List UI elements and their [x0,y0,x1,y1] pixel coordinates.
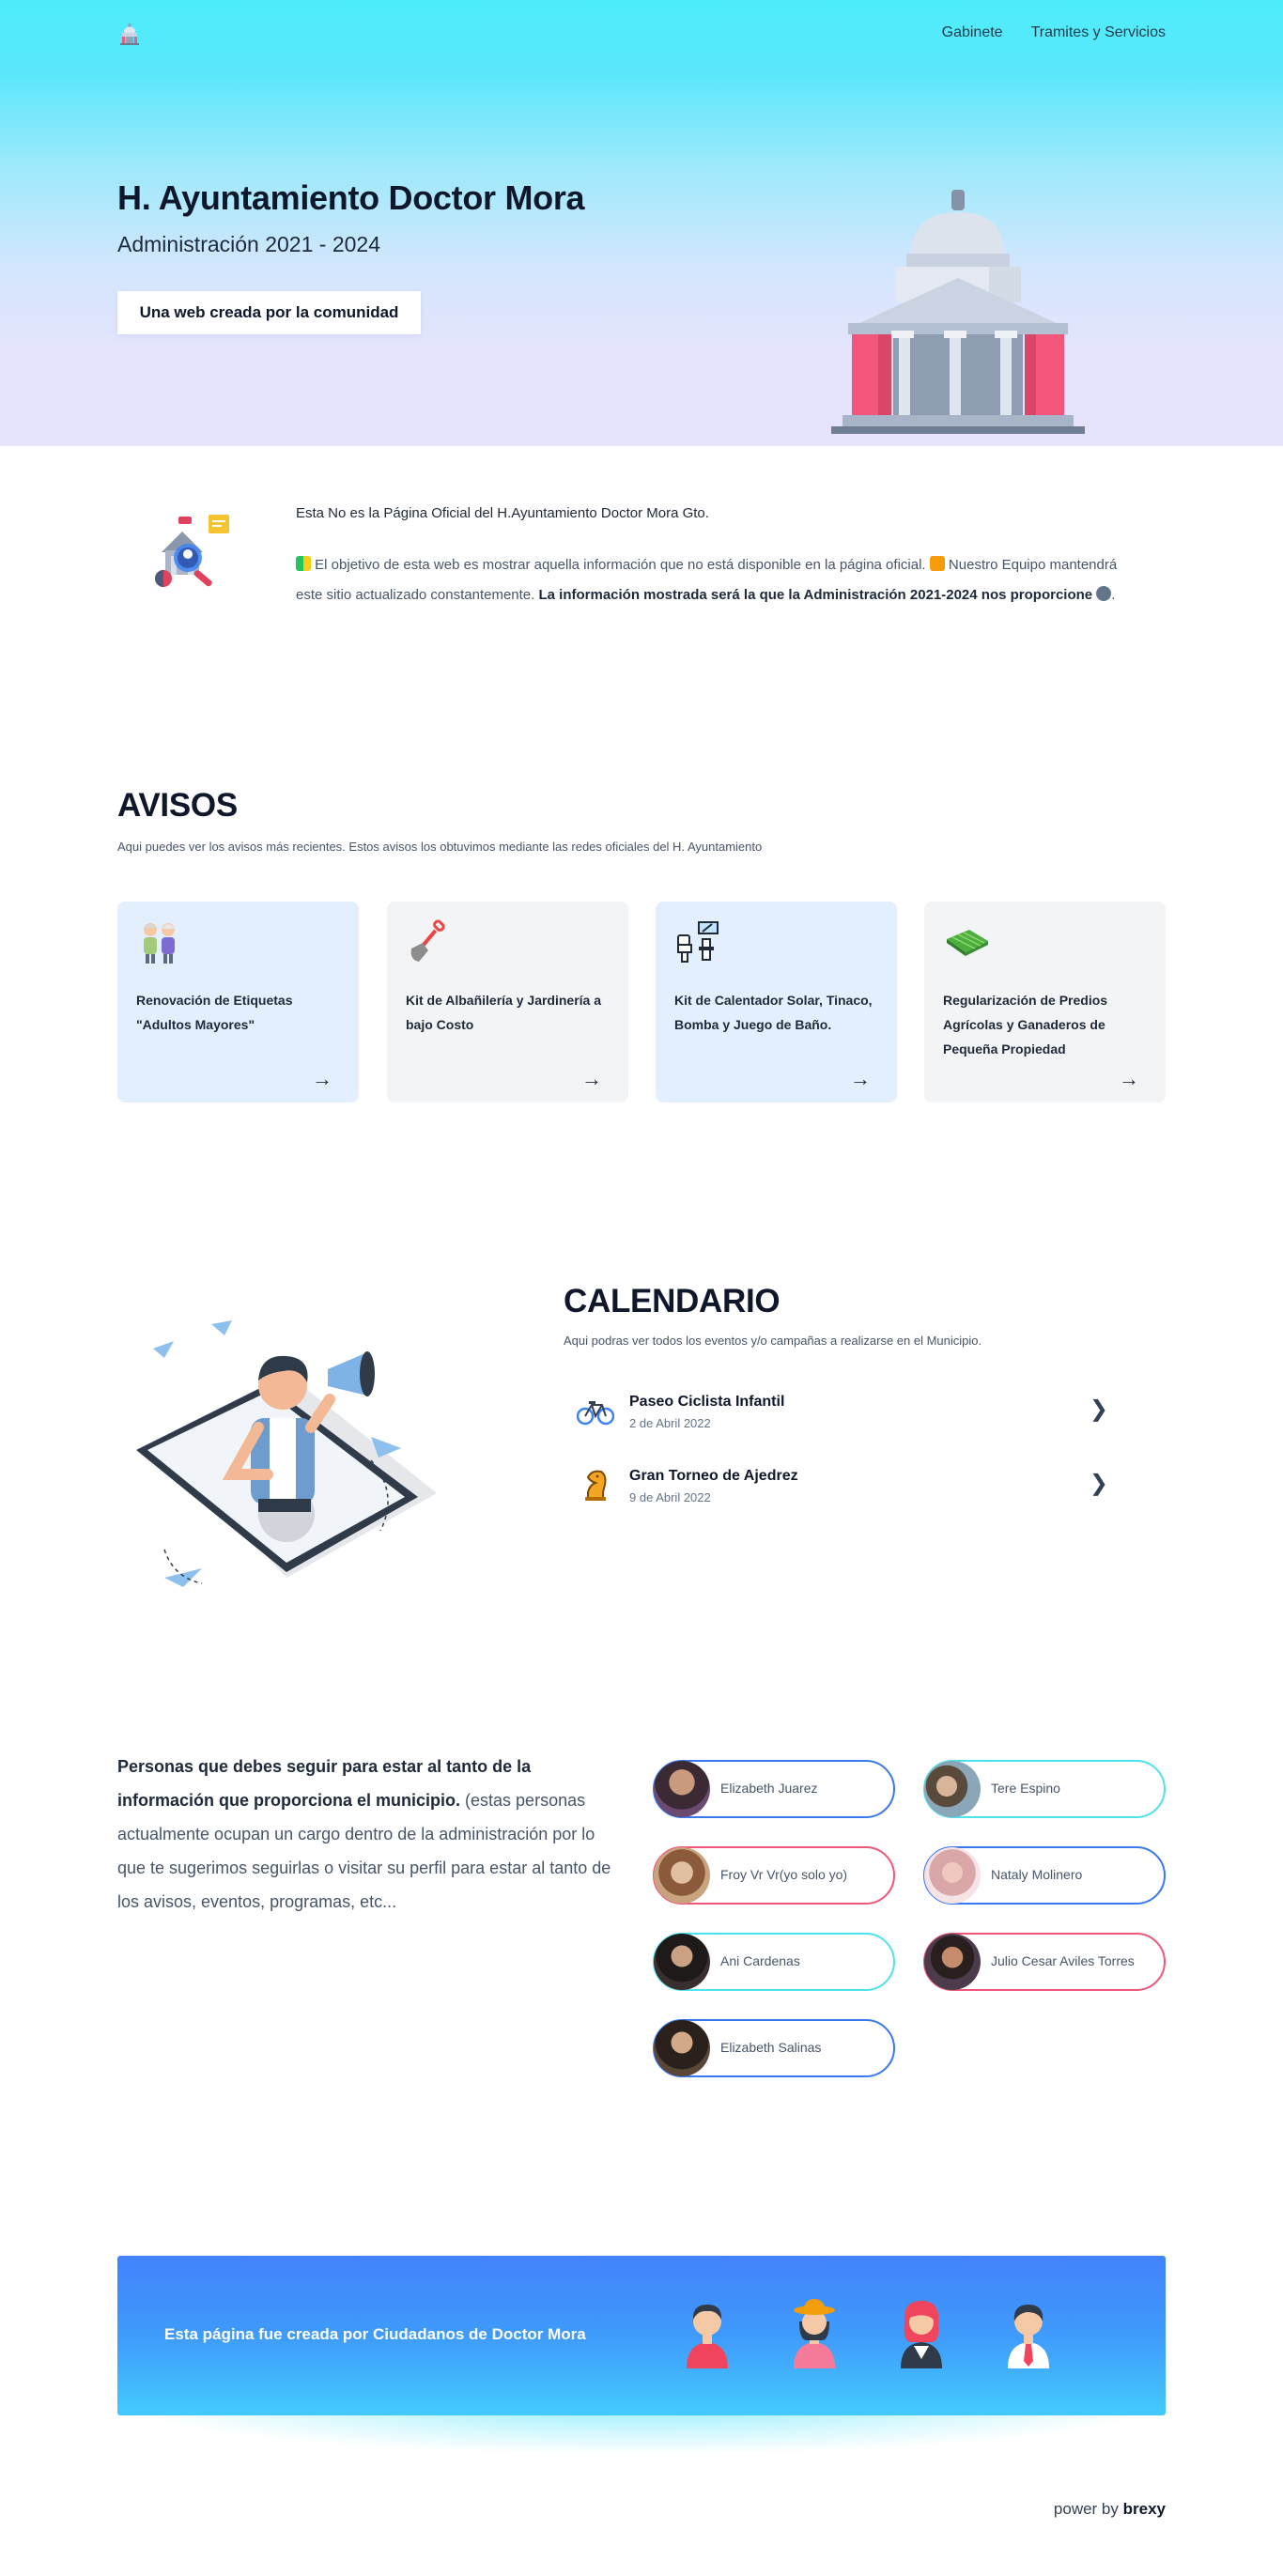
person-name: Ani Cardenas [720,1953,800,1968]
aviso-card-label: Kit de Calentador Solar, Tinaco, Bomba y… [674,993,873,1032]
nav-link-tramites[interactable]: Tramites y Servicios [1031,24,1166,41]
citizens-banner: Esta página fue creada por Ciudadanos de… [117,2256,1166,2415]
people-description: Personas que debes seguir para estar al … [117,1750,615,1919]
chevron-right-icon[interactable]: ❯ [1090,1396,1108,1423]
search-investigation-icon [155,515,229,587]
info-body: El objetivo de esta web es mostrar aquel… [296,550,1122,610]
event-item-torneo-ajedrez[interactable]: Gran Torneo de Ajedrez 9 de Abril 2022 ❯ [564,1457,1142,1513]
person-name: Nataly Molinero [991,1867,1083,1882]
man-tie-avatar-icon [1008,2305,1049,2368]
aviso-card-label: Renovación de Etiquetas "Adultos Mayores… [136,993,293,1032]
chess-knight-icon [585,1470,607,1501]
info-body-part-1: El objetivo de esta web es mostrar aquel… [315,557,926,573]
arrow-right-icon[interactable]: → [312,1067,332,1091]
avatar [924,1761,981,1817]
woman-hat-avatar-icon [794,2299,835,2368]
aviso-card-predios[interactable]: Regularización de Predios Agrícolas y Ga… [924,902,1166,1103]
aviso-card-adultos-mayores[interactable]: Renovación de Etiquetas "Adultos Mayores… [117,902,359,1103]
banner-text: Esta página fue creada por Ciudadanos de… [164,2325,586,2343]
info-body-bold: La información mostrada será la que la A… [538,587,1093,603]
avatar [654,1761,710,1817]
page-subtitle: Administración 2021 - 2024 [117,232,380,256]
man-avatar-icon [687,2305,728,2368]
arrow-right-icon[interactable]: → [1119,1067,1139,1091]
team-icon [929,556,945,571]
bathroom-kit-icon [677,921,719,963]
event-name: Gran Torneo de Ajedrez [629,1468,798,1484]
event-name: Paseo Ciclista Infantil [629,1394,785,1410]
person-pill[interactable]: Nataly Molinero [923,1846,1166,1905]
avatar [924,1934,981,1990]
avatar [654,2020,710,2076]
top-nav: Gabinete Tramites y Servicios [117,19,1166,49]
nav-link-gabinete[interactable]: Gabinete [942,24,1003,41]
capitol-logo-icon[interactable] [117,23,142,47]
avatar [924,1847,981,1904]
person-pill[interactable]: Elizabeth Salinas [653,2019,895,2077]
person-name: Julio Cesar Aviles Torres [991,1953,1135,1968]
event-item-paseo-ciclista[interactable]: Paseo Ciclista Infantil 2 de Abril 2022 … [564,1382,1142,1439]
event-date: 9 de Abril 2022 [629,1490,711,1504]
avatar [654,1934,710,1990]
aviso-card-albanileria[interactable]: Kit de Albañilería y Jardinería a bajo C… [387,902,628,1103]
capitol-building-icon [831,190,1085,434]
hero-section: Gabinete Tramites y Servicios H. Ayuntam… [0,0,1283,446]
woman-redhair-avatar-icon [901,2301,942,2368]
avisos-title: AVISOS [117,787,238,824]
info-section: Esta No es la Página Oficial del H.Ayunt… [117,488,1166,648]
chevron-right-icon[interactable]: ❯ [1090,1470,1108,1497]
calendario-title: CALENDARIO [564,1283,781,1319]
arrow-right-icon[interactable]: → [581,1067,602,1091]
event-date: 2 de Abril 2022 [629,1416,711,1430]
shovel-icon [410,919,445,962]
person-pill[interactable]: Ani Cardenas [653,1933,895,1991]
bicycle-icon [577,1401,614,1426]
arrow-right-icon[interactable]: → [850,1067,871,1091]
person-pill[interactable]: Tere Espino [923,1760,1166,1818]
power-by-footer: power by brexy [1054,2500,1166,2519]
person-name: Tere Espino [991,1781,1060,1796]
power-by-prefix: power by [1053,2500,1119,2518]
avisos-cards: Renovación de Etiquetas "Adultos Mayores… [117,902,1166,1103]
avatar [654,1847,710,1904]
officer-icon [1096,586,1112,601]
person-pill[interactable]: Elizabeth Juarez [653,1760,895,1818]
person-pill[interactable]: Julio Cesar Aviles Torres [923,1933,1166,1991]
community-button[interactable]: Una web creada por la comunidad [117,291,421,334]
field-icon [947,930,988,956]
elderly-couple-icon [144,923,175,964]
power-by-brand[interactable]: brexy [1123,2500,1166,2518]
aviso-card-label: Regularización de Predios Agrícolas y Ga… [943,993,1108,1057]
info-body-end: . [1111,587,1116,603]
person-name: Elizabeth Salinas [720,2040,822,2055]
megaphone-phone-illustration [136,1320,437,1587]
person-pill[interactable]: Froy Vr Vr(yo solo yo) [653,1846,895,1905]
beginner-badge-icon [296,556,311,571]
person-name: Elizabeth Juarez [720,1781,818,1796]
aviso-card-calentador[interactable]: Kit de Calentador Solar, Tinaco, Bomba y… [656,902,897,1103]
avisos-subtitle: Aqui puedes ver los avisos más recientes… [117,840,763,854]
aviso-card-label: Kit de Albañilería y Jardinería a bajo C… [406,993,602,1032]
calendario-subtitle: Aqui podras ver todos los eventos y/o ca… [564,1334,982,1348]
page-title: H. Ayuntamiento Doctor Mora [117,178,585,217]
nav-links: Gabinete Tramites y Servicios [942,24,1166,41]
person-name: Froy Vr Vr(yo solo yo) [720,1867,848,1882]
info-title: Esta No es la Página Oficial del H.Ayunt… [296,505,709,521]
